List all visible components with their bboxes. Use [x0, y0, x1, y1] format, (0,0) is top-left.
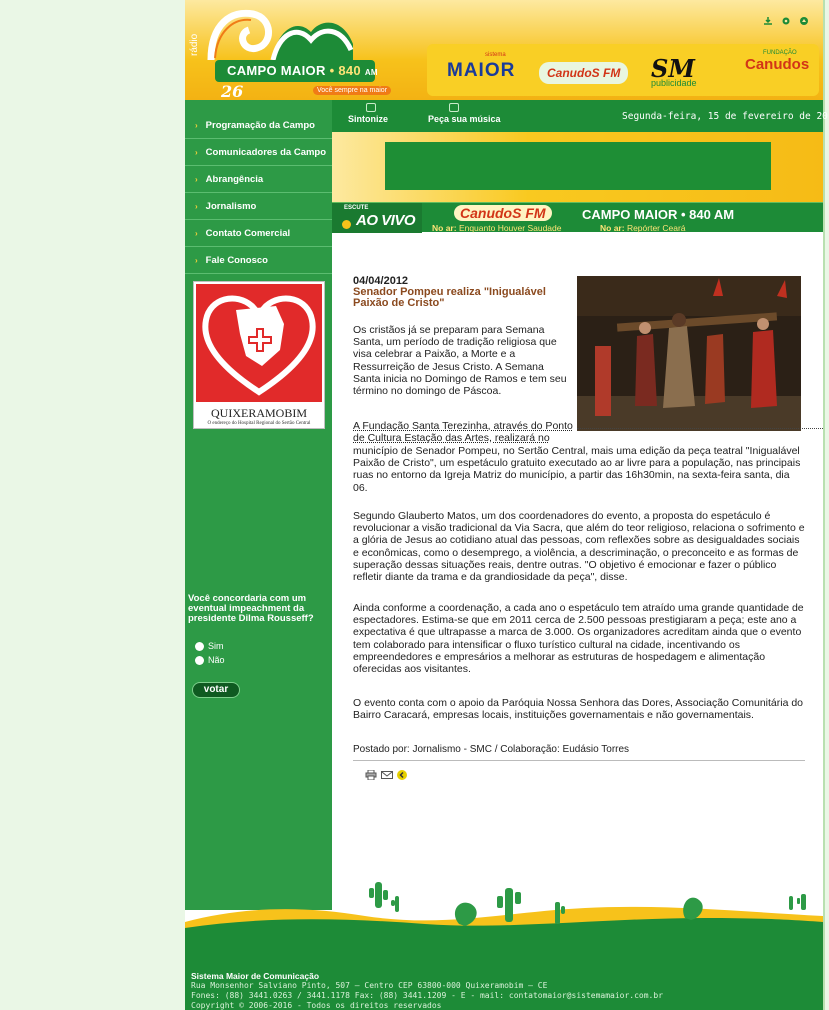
live-label: AO VIVO: [356, 212, 416, 229]
nav-item-abrangencia[interactable]: › Abrangência: [185, 167, 332, 193]
right-border: [823, 0, 825, 1010]
article-paragraph-3: Segundo Glauberto Matos, um dos coordena…: [353, 510, 805, 584]
sintonize-link[interactable]: Sintonize: [348, 114, 388, 124]
promo-subtitle: O endereço do Hospital Regional do Sertã…: [207, 421, 311, 426]
brand-name[interactable]: CAMPO MAIOR • 840 AM: [227, 63, 378, 78]
nav-item-fale-conosco[interactable]: › Fale Conosco: [185, 248, 332, 274]
onair-program-1: Enquanto Houver Saudade: [458, 223, 562, 233]
dotted-divider: [577, 428, 823, 429]
posted-by: Postado por: Jornalismo - SMC / Colabora…: [353, 744, 630, 755]
chevron-right-icon: ›: [195, 148, 198, 157]
cart-icon: [449, 103, 459, 112]
download-icon[interactable]: [763, 16, 773, 26]
nav-item-label: Jornalismo: [205, 201, 257, 212]
poll-option-sim[interactable]: Sim: [195, 641, 224, 651]
onair-canudos: No ar: Enquanto Houver Saudade: [432, 223, 562, 233]
article-title: Senador Pompeu realiza "Inigualável Paix…: [353, 286, 546, 309]
listen-live-button[interactable]: ESCUTE AO VIVO: [332, 203, 422, 233]
nav-item-comunicadores[interactable]: › Comunicadores da Campo: [185, 140, 332, 166]
footer-phones: Fones: (88) 3441.0263 / 3441.1178 Fax: (…: [191, 991, 664, 1000]
footer: Sistema Maior de Comunicação Rua Monsenh…: [185, 930, 823, 1010]
page: rádio CAMPO MAIOR • 840 AM 26 Você sempr…: [185, 0, 829, 1010]
article-photo: [577, 276, 801, 431]
article-paragraph-2a: A Fundação Santa Terezinha, através do P…: [353, 420, 573, 445]
nav-item-label: Contato Comercial: [205, 228, 291, 239]
sidebar: › Programação da Campo › Comunicadores da …: [185, 100, 332, 910]
chevron-right-icon: ›: [195, 121, 198, 130]
live-bar: ESCUTE AO VIVO CanudoS FM No ar: Enquant…: [332, 202, 823, 233]
article-paragraph-5: O evento conta com o apoio da Paróquia N…: [353, 697, 804, 722]
quixeramobim-promo[interactable]: QUIXERAMOBIM O endereço do Hospital Regi…: [193, 281, 325, 429]
article-tools: [365, 769, 409, 781]
nav-item-label: Abrangência: [205, 174, 264, 185]
promo-title: QUIXERAMOBIM: [211, 406, 307, 420]
poll-option-label: Sim: [208, 641, 224, 651]
onair-program-2: Repórter Ceará: [626, 223, 686, 233]
sponsor-fundacao-canudos-logo[interactable]: Canudos: [745, 56, 809, 73]
radio-word: rádio: [189, 33, 200, 56]
toolbar-strip: Sintonize Peça sua música Segunda-feira,…: [332, 100, 829, 132]
poll-option-nao[interactable]: Não: [195, 655, 225, 665]
onair-campo-maior: No ar: Repórter Ceará: [600, 223, 686, 233]
vote-button[interactable]: votar: [192, 682, 240, 698]
heart-map-icon: [202, 295, 316, 396]
poll-question: Você concordaria com um eventual impeach…: [188, 593, 314, 624]
station-campo-maior[interactable]: CAMPO MAIOR • 840 AM: [582, 207, 734, 222]
logo-swirl-icon[interactable]: [203, 4, 363, 62]
radio-button[interactable]: [195, 641, 204, 651]
settings-icon[interactable]: [781, 16, 791, 26]
brand-frequency: 840: [338, 63, 361, 78]
footer-address: Rua Monsenhor Salviano Pinto, 507 – Cent…: [191, 981, 548, 990]
article-paragraph-1: Os cristãos já se preparam para Semana S…: [353, 324, 567, 398]
nav-item-contato-comercial[interactable]: › Contato Comercial: [185, 221, 332, 247]
chevron-right-icon: ›: [195, 202, 198, 211]
email-icon[interactable]: [381, 770, 393, 780]
nav-item-jornalismo[interactable]: › Jornalismo: [185, 194, 332, 220]
nav-item-label: Programação da Campo: [205, 120, 315, 131]
station-canudos-fm[interactable]: CanudoS FM: [454, 205, 552, 221]
peca-musica-link[interactable]: Peça sua música: [428, 114, 501, 124]
print-icon[interactable]: [365, 769, 377, 781]
footer-copyright: Copyright © 2006-2016 - Todos os direito…: [191, 1001, 442, 1010]
promo-image: [196, 284, 322, 402]
nav-item-label: Comunicadores da Campo: [205, 147, 327, 158]
cactus-landscape: [185, 882, 823, 932]
header: rádio CAMPO MAIOR • 840 AM 26 Você sempr…: [185, 0, 823, 101]
article-paragraph-4: Ainda conforme a coordenação, a cada ano…: [353, 602, 804, 676]
footer-title: Sistema Maior de Comunicação: [191, 971, 320, 981]
radio-button[interactable]: [195, 655, 204, 665]
onair-prefix: No ar:: [432, 223, 457, 233]
top-icons: [763, 16, 809, 26]
chevron-right-icon: ›: [195, 175, 198, 184]
brand-unit: AM: [364, 68, 378, 77]
radio-icon: [366, 103, 376, 112]
sponsor-maior-logo[interactable]: MAIOR: [447, 60, 515, 82]
chevron-right-icon: ›: [195, 229, 198, 238]
anniversary-number: 26: [221, 82, 244, 101]
brand-name-label: CAMPO MAIOR: [227, 63, 326, 78]
listen-label: ESCUTE: [344, 205, 369, 211]
article-paragraph-2b: município de Senador Pompeu, no Sertão C…: [353, 445, 801, 494]
play-icon[interactable]: [342, 220, 351, 229]
home-icon[interactable]: [799, 16, 809, 26]
sponsor-sm-sub: publicidade: [651, 78, 697, 88]
divider: [353, 760, 805, 761]
ad-banner[interactable]: [385, 142, 771, 190]
sponsor-canudos-fm-logo[interactable]: CanudoS FM: [539, 62, 629, 84]
nav-item-label: Fale Conosco: [205, 255, 268, 266]
poll-option-label: Não: [208, 655, 225, 665]
back-icon[interactable]: [397, 770, 409, 780]
nav-item-programacao[interactable]: › Programação da Campo: [185, 113, 332, 139]
chevron-right-icon: ›: [195, 256, 198, 265]
onair-prefix: No ar:: [600, 223, 625, 233]
sponsor-bar: sistema MAIOR CanudoS FM SM publicidade …: [427, 44, 819, 96]
tagline: Você sempre na maior: [313, 86, 392, 95]
current-date: Segunda-feira, 15 de fevereiro de 2016.: [622, 111, 829, 122]
sponsor-maior-small: sistema: [485, 52, 506, 58]
